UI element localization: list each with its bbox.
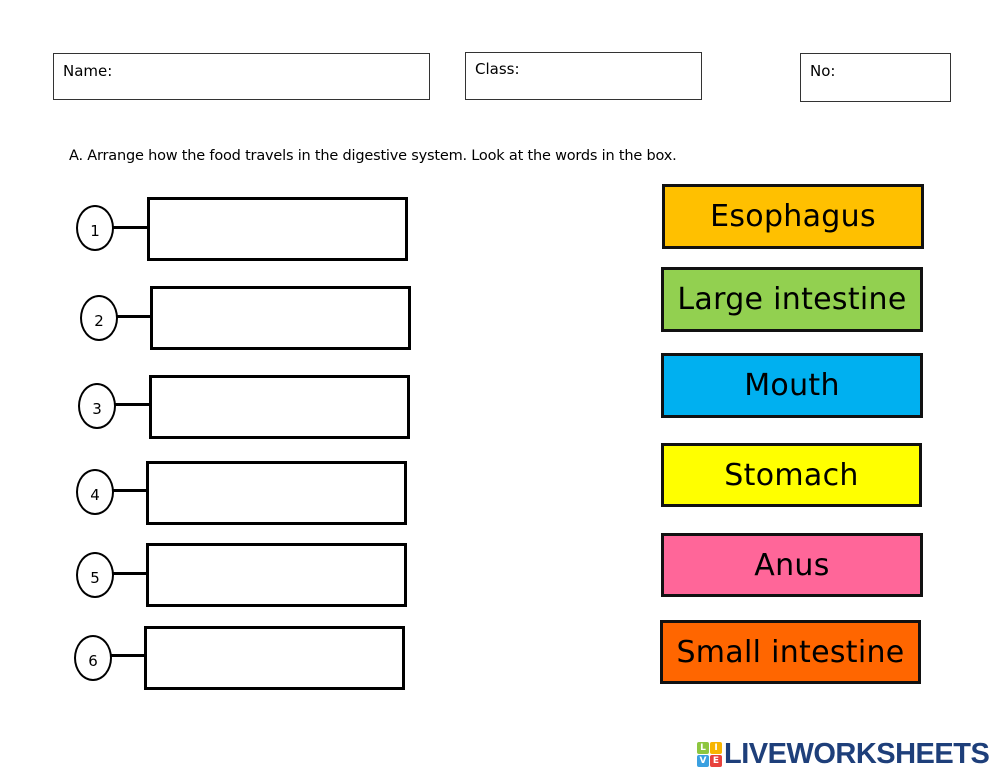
logo-tile: I <box>710 742 722 754</box>
connector-line <box>113 572 148 575</box>
word-tile-esophagus[interactable]: Esophagus <box>662 184 924 249</box>
answer-box-6[interactable] <box>144 626 405 690</box>
name-label: Name: <box>63 62 113 80</box>
step-number-badge: 5 <box>76 552 114 598</box>
answer-box-2[interactable] <box>150 286 411 350</box>
connector-line <box>111 654 146 657</box>
answer-box-1[interactable] <box>147 197 408 261</box>
word-tile-large-intestine[interactable]: Large intestine <box>661 267 923 332</box>
no-label: No: <box>810 62 836 80</box>
instruction-text: A. Arrange how the food travels in the d… <box>69 148 677 164</box>
answer-box-4[interactable] <box>146 461 407 525</box>
connector-line <box>117 315 151 318</box>
connector-line <box>113 489 148 492</box>
logo-tile: V <box>697 755 709 767</box>
word-tile-small-intestine[interactable]: Small intestine <box>660 620 921 684</box>
connector-line <box>115 403 150 406</box>
word-tile-mouth[interactable]: Mouth <box>661 353 923 418</box>
step-number-badge: 4 <box>76 469 114 515</box>
logo-text: LIVEWORKSHEETS <box>724 738 990 770</box>
liveworksheets-logo: L I V E LIVEWORKSHEETS <box>697 738 990 771</box>
word-tile-stomach[interactable]: Stomach <box>661 443 922 507</box>
word-tile-anus[interactable]: Anus <box>661 533 923 597</box>
answer-box-5[interactable] <box>146 543 407 607</box>
logo-tile: E <box>710 755 722 767</box>
logo-tile: L <box>697 742 709 754</box>
step-number-badge: 3 <box>78 383 116 429</box>
step-number-badge: 1 <box>76 205 114 251</box>
class-label: Class: <box>475 60 520 78</box>
answer-box-3[interactable] <box>149 375 410 439</box>
number-field[interactable]: No: <box>800 53 951 102</box>
connector-line <box>113 226 148 229</box>
step-number-badge: 2 <box>80 295 118 341</box>
step-number-badge: 6 <box>74 635 112 681</box>
logo-tiles-icon: L I V E <box>697 742 722 767</box>
class-field[interactable]: Class: <box>465 52 702 100</box>
name-field[interactable]: Name: <box>53 53 430 100</box>
